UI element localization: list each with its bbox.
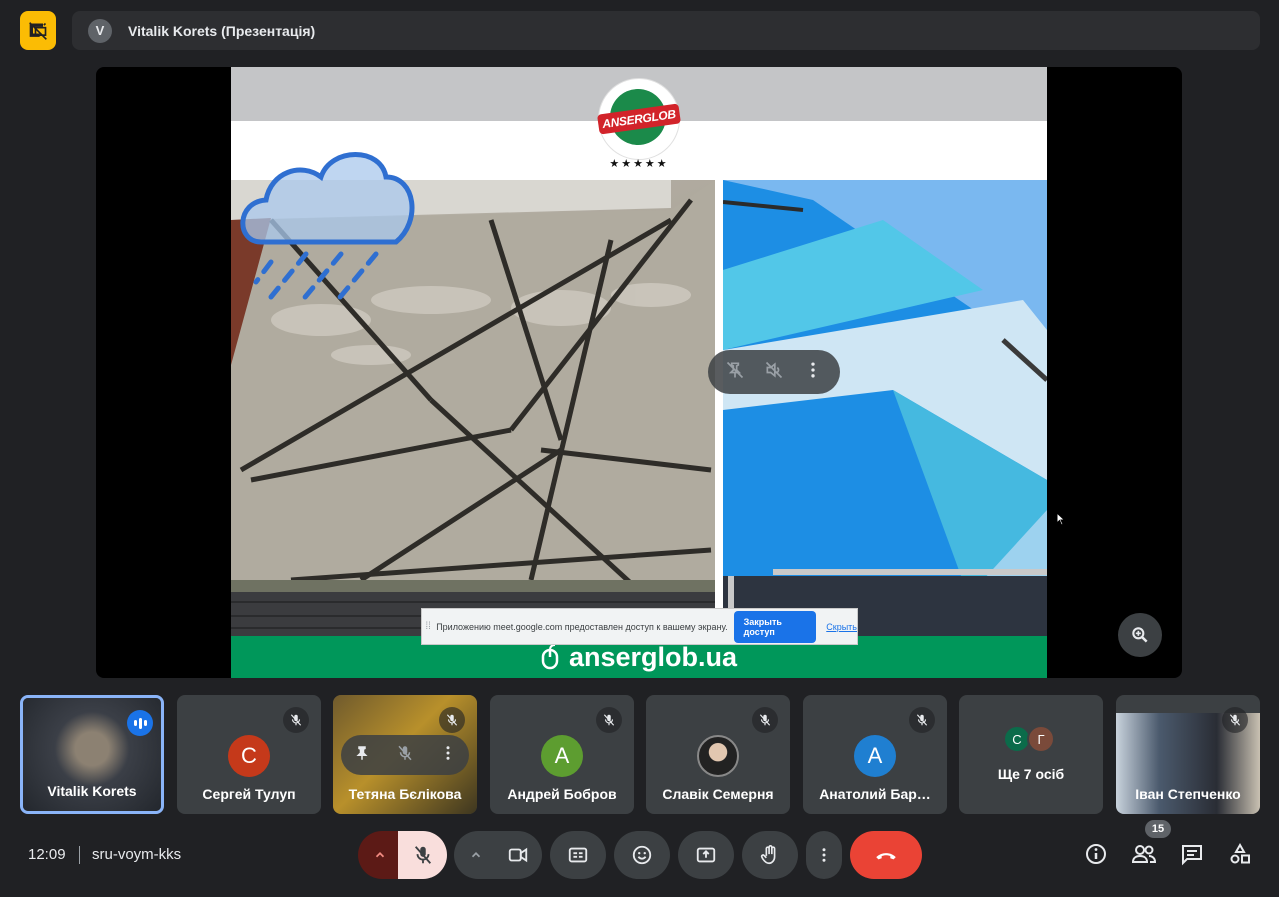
logo-stars: ★★★★★ (609, 158, 669, 170)
participant-name: Vitalik Korets (47, 783, 137, 799)
participant-tile[interactable]: А Анатолий Бар… (803, 695, 947, 814)
presentation-title-bar: V Vitalik Korets (Презентація) (72, 11, 1260, 50)
avatar (697, 735, 739, 777)
screen-share-banner: ⁞⁞ Приложению meet.google.com предоставл… (421, 608, 858, 645)
facade-after-photo (723, 180, 1047, 636)
pin-off-icon[interactable] (725, 360, 745, 385)
more-options-button[interactable] (806, 831, 842, 879)
participant-name: Андрей Бобров (507, 786, 617, 802)
activities-icon (1230, 842, 1250, 864)
clock: 12:09 (28, 846, 66, 863)
camera-icon (508, 847, 528, 863)
raise-hand-button[interactable] (742, 831, 798, 879)
rain-cloud-icon (240, 152, 415, 302)
raise-hand-icon (760, 845, 776, 865)
camera-toggle-button[interactable] (494, 831, 542, 879)
captions-button[interactable] (550, 831, 606, 879)
participant-tile[interactable]: Іван Степченко (1116, 695, 1260, 814)
pin-icon[interactable] (353, 744, 371, 767)
presentation-title: Vitalik Korets (Презентація) (128, 22, 316, 39)
leave-call-button[interactable] (850, 831, 922, 879)
participant-name: Тетяна Бєлікова (348, 786, 462, 802)
mic-toggle-button[interactable] (398, 831, 447, 879)
participant-tile[interactable]: С Сергей Тулуп (177, 695, 321, 814)
share-banner-message: Приложению meet.google.com предоставлен … (436, 621, 728, 632)
call-end-icon (876, 853, 896, 860)
zoom-in-icon[interactable] (1118, 613, 1162, 657)
top-bar: V Vitalik Korets (Презентація) (0, 0, 1279, 62)
people-icon (1131, 845, 1157, 863)
more-vert-icon (822, 848, 826, 862)
avatar: Г (1027, 725, 1055, 753)
presentation-hover-controls (708, 350, 840, 394)
audio-options-button[interactable] (358, 831, 402, 879)
photo-divider (715, 180, 723, 636)
drag-handle-icon[interactable]: ⁞⁞ (422, 621, 434, 632)
more-vert-icon[interactable] (803, 360, 823, 385)
more-participants-avatars: С Г (1003, 725, 1055, 753)
avatar: А (541, 735, 583, 777)
chat-icon (1182, 845, 1202, 866)
present-screen-button[interactable] (678, 831, 734, 879)
mouse-icon (541, 644, 559, 670)
tile-hover-controls (341, 735, 469, 775)
stop-sharing-button[interactable]: Закрыть доступ (733, 610, 817, 643)
meeting-code: sru-voym-kks (92, 846, 182, 863)
mic-off-icon (414, 846, 431, 864)
captions-icon (568, 847, 588, 863)
present-screen-icon (696, 847, 716, 863)
more-participants-tile[interactable]: С Г Ще 7 осіб (959, 695, 1103, 814)
present-off-icon[interactable] (20, 11, 56, 50)
chat-button[interactable] (1178, 840, 1206, 868)
chevron-up-icon (471, 852, 481, 858)
info-icon (1086, 844, 1106, 864)
mic-off-icon (752, 707, 778, 733)
participant-tile[interactable]: Славік Семерня (646, 695, 790, 814)
participant-tile[interactable]: А Андрей Бобров (490, 695, 634, 814)
anserglob-logo: ANSERGLOB ★★★★★ (596, 79, 682, 179)
mic-off-icon (909, 707, 935, 733)
avatar: А (854, 735, 896, 777)
presenter-avatar: V (88, 18, 112, 43)
participant-tile[interactable]: Тетяна Бєлікова (333, 695, 477, 814)
emoji-button[interactable] (614, 831, 670, 879)
emoji-icon (632, 845, 652, 865)
divider (79, 846, 80, 864)
mute-participant-icon[interactable] (396, 744, 414, 767)
people-button[interactable] (1130, 840, 1158, 868)
participant-name: Анатолий Бар… (819, 786, 931, 802)
avatar: С (228, 735, 270, 777)
activities-button[interactable] (1226, 840, 1254, 868)
presentation-stage: ANSERGLOB ★★★★★ anserglob.ua ⁞⁞ Приложен… (96, 67, 1182, 678)
chevron-up-icon (375, 852, 385, 858)
mic-off-icon (596, 707, 622, 733)
speaking-indicator-icon (127, 710, 153, 736)
mouse-cursor-icon (1056, 512, 1066, 526)
mic-off-icon (1222, 707, 1248, 733)
participants-count-badge: 15 (1145, 820, 1171, 838)
meeting-info-button[interactable] (1082, 840, 1110, 868)
participant-name: Славік Семерня (662, 786, 774, 802)
shared-slide: ANSERGLOB ★★★★★ anserglob.ua (231, 67, 1047, 678)
participant-tile[interactable]: Vitalik Korets (20, 695, 164, 814)
participant-name: Іван Степченко (1135, 786, 1241, 802)
video-options-button[interactable] (454, 831, 498, 879)
more-vert-icon[interactable] (439, 744, 457, 767)
footer-url: anserglob.ua (568, 641, 738, 672)
mic-off-icon (283, 707, 309, 733)
participant-name: Сергей Тулуп (202, 786, 296, 802)
bottom-control-bar: 12:09 sru-voym-kks 15 (0, 820, 1279, 884)
more-participants-label: Ще 7 осіб (997, 766, 1065, 782)
mic-off-icon (439, 707, 465, 733)
volume-off-icon[interactable] (764, 360, 784, 385)
hide-banner-link[interactable]: Скрыть (826, 622, 857, 632)
